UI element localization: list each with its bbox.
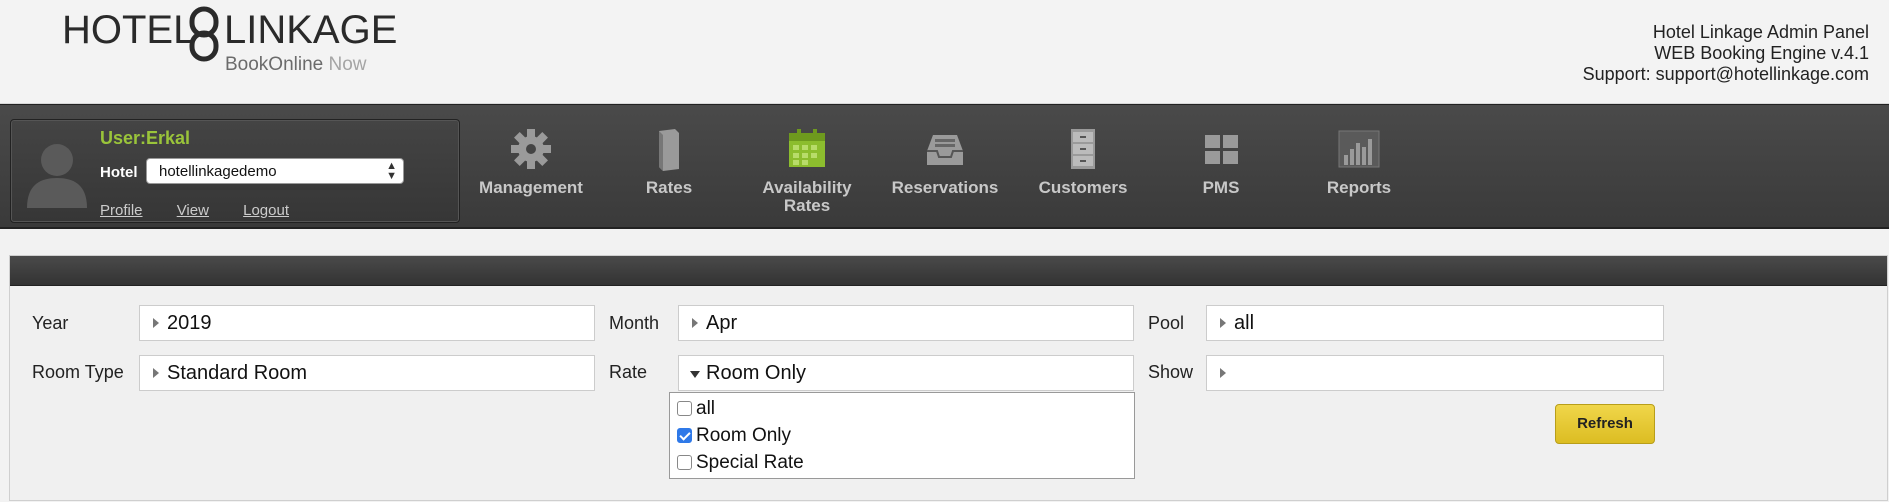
- nav-reservations-label: Reservations: [891, 178, 999, 197]
- hotel-label: Hotel: [100, 164, 138, 181]
- header-info: Hotel Linkage Admin Panel WEB Booking En…: [1583, 22, 1869, 85]
- main-nav-bar: User:Erkal Hotel hotellinkagedemo ▲ ▼ Pro…: [0, 104, 1889, 229]
- rate-label: Rate: [609, 362, 648, 382]
- nav-pms[interactable]: PMS: [1156, 127, 1286, 197]
- user-box: User:Erkal Hotel hotellinkagedemo ▲ ▼ Pro…: [10, 119, 460, 223]
- logo-word-linkage: LINKAGE: [224, 8, 398, 52]
- collapsed-arrow-icon: [153, 368, 159, 378]
- show-label: Show: [1148, 362, 1194, 382]
- collapsed-arrow-icon: [692, 318, 698, 328]
- room-type-label: Room Type: [32, 362, 124, 382]
- gear-icon: [511, 129, 551, 169]
- year-label: Year: [32, 313, 69, 333]
- collapsed-arrow-icon: [153, 318, 159, 328]
- rate-option-special-rate[interactable]: Special Rate: [677, 452, 804, 474]
- rate-option-room-only[interactable]: Room Only: [677, 425, 791, 447]
- nav-pms-label: PMS: [1202, 178, 1240, 197]
- panel-title: Hotel Linkage Admin Panel: [1652, 22, 1869, 42]
- pool-label: Pool: [1148, 313, 1185, 333]
- nav-availability-rates-label: Availability Rates: [762, 178, 852, 215]
- book-icon: [659, 129, 679, 171]
- chain-link-icon: [189, 6, 219, 62]
- hotel-select[interactable]: hotellinkagedemo ▲ ▼: [146, 158, 404, 184]
- collapsed-arrow-icon: [1220, 318, 1226, 328]
- file-cabinet-icon: [1071, 129, 1095, 169]
- bar-chart-icon: [1338, 130, 1380, 168]
- top-header: HOTEL LINKAGE BookOnline Now Hotel Linka…: [0, 0, 1889, 104]
- user-links: Profile View Logout: [100, 202, 319, 219]
- select-arrows-icon: ▲ ▼: [386, 160, 397, 182]
- support-contact: Support: support@hotellinkage.com: [1582, 64, 1869, 84]
- pool-value: all: [1234, 312, 1255, 334]
- nav-management-label: Management: [479, 178, 583, 197]
- view-link[interactable]: View: [177, 202, 209, 219]
- nav-reports[interactable]: Reports: [1294, 127, 1424, 197]
- option-label: all: [696, 398, 716, 419]
- checkbox[interactable]: [677, 455, 692, 470]
- logo-tagline: BookOnline Now: [225, 54, 367, 76]
- rate-options-dropdown: all Room Only Special Rate: [669, 392, 1135, 479]
- expanded-arrow-icon: [690, 371, 700, 378]
- nav-availability-rates[interactable]: Availability Rates: [742, 127, 872, 215]
- nav-rates-label: Rates: [645, 178, 693, 197]
- avatar-icon: [27, 144, 87, 208]
- tagline-main: BookOnline: [225, 54, 324, 75]
- rate-option-all[interactable]: all: [677, 398, 715, 420]
- profile-link[interactable]: Profile: [100, 202, 143, 219]
- nav-customers[interactable]: Customers: [1018, 127, 1148, 197]
- hotel-select-value: hotellinkagedemo: [159, 163, 277, 180]
- year-value: 2019: [167, 312, 212, 334]
- year-select[interactable]: 2019: [139, 305, 595, 341]
- show-select[interactable]: [1206, 355, 1664, 391]
- month-label: Month: [609, 313, 660, 333]
- hotel-linkage-logo[interactable]: HOTEL LINKAGE BookOnline Now: [62, 4, 397, 78]
- engine-version: WEB Booking Engine v.4.1: [1654, 43, 1869, 63]
- collapsed-arrow-icon: [1220, 368, 1226, 378]
- room-type-value: Standard Room: [167, 362, 308, 384]
- option-label: Special Rate: [696, 452, 804, 473]
- logout-link[interactable]: Logout: [243, 202, 289, 219]
- nav-reports-label: Reports: [1326, 178, 1392, 197]
- panel-header-bar: [10, 256, 1887, 286]
- option-label: Room Only: [696, 425, 792, 446]
- month-select[interactable]: Apr: [678, 305, 1134, 341]
- room-type-select[interactable]: Standard Room: [139, 355, 595, 391]
- logo-word-hotel: HOTEL: [62, 8, 196, 52]
- nav-rates[interactable]: Rates: [604, 127, 734, 197]
- inbox-tray-icon: [927, 135, 963, 165]
- pool-select[interactable]: all: [1206, 305, 1664, 341]
- grid-icon: [1205, 135, 1238, 164]
- nav-management[interactable]: Management: [466, 127, 596, 197]
- rate-select[interactable]: Room Only: [678, 355, 1134, 391]
- tagline-accent: Now: [328, 54, 367, 75]
- month-value: Apr: [706, 312, 738, 334]
- rate-value: Room Only: [706, 362, 807, 384]
- checkbox-checked[interactable]: [677, 428, 692, 443]
- refresh-button[interactable]: Refresh: [1555, 404, 1655, 444]
- checkbox[interactable]: [677, 401, 692, 416]
- user-name: User:Erkal: [100, 128, 191, 148]
- calendar-icon: [789, 129, 825, 167]
- nav-reservations[interactable]: Reservations: [880, 127, 1010, 197]
- nav-customers-label: Customers: [1038, 178, 1128, 197]
